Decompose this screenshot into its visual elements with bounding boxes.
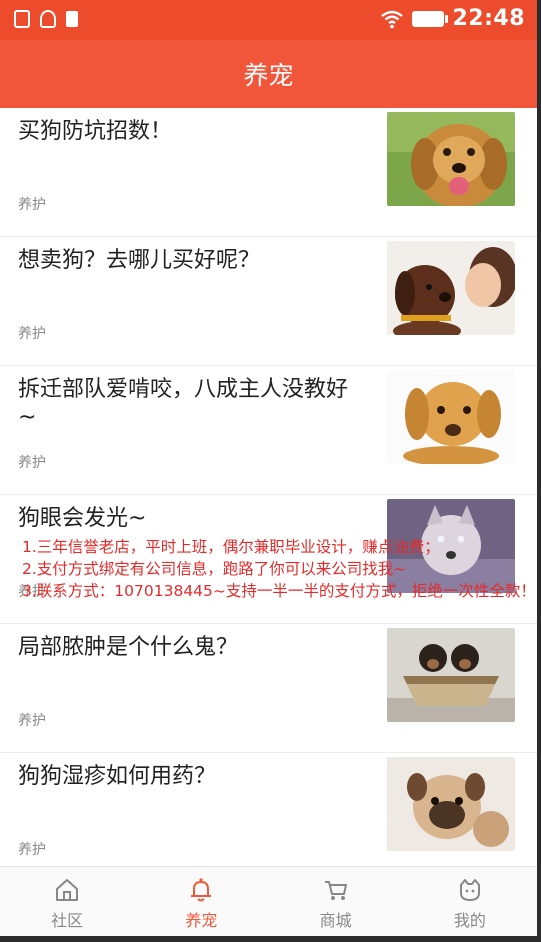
status-left-icons [14,10,78,28]
notice-line: 2.支付方式绑定有公司信息，跑路了你可以来公司找我~ [22,560,407,578]
labrador-puppy-photo [387,370,515,464]
status-time: 22:48 [452,6,525,31]
article-title: 想卖狗？去哪儿买好呢？ [18,248,261,273]
device-bottom-edge [0,936,541,942]
page-title: 养宠 [243,61,294,90]
bottom-nav: 社区 养宠 商城 我的 [0,866,537,936]
tab-label: 社区 [51,911,84,930]
article-title: 狗狗湿疹如何用药？ [18,764,217,789]
article-title: 买狗防坑招数！ [18,119,173,144]
tab-community[interactable]: 社区 [0,867,134,936]
device-edge [537,0,541,942]
cart-icon [324,881,347,900]
tab-pets[interactable]: 养宠 [134,867,268,936]
clipboard-icon [66,11,78,27]
article-tag: 养护 [18,713,46,729]
article-list[interactable]: 买狗防坑招数！ 养护 想卖狗？去哪儿买好呢？ 养护 拆迁部队爱啃咬，八成主人没教… [0,108,537,866]
red-notice-overlay: 1.三年信誉老店，平时上班，偶尔兼职毕业设计，赚点油费； 2.支付方式绑定有公司… [22,536,537,602]
puppy-kiss-photo [387,241,515,335]
article-item[interactable]: 拆迁部队爱啃咬，八成主人没教好~ 养护 [0,366,537,495]
profile-icon [459,879,480,901]
golden-retriever-photo [387,112,515,206]
article-tag: 养护 [18,197,46,213]
battery-icon [412,10,449,27]
article-item[interactable]: 局部脓肿是个什么鬼？ 养护 [0,624,537,753]
tab-shop[interactable]: 商城 [269,867,403,936]
article-item[interactable]: 买狗防坑招数！ 养护 [0,108,537,237]
article-title: 拆迁部队爱啃咬，八成主人没教好~ [18,377,349,430]
nfc-icon [40,10,56,28]
article-tag: 养护 [18,326,46,342]
tab-label: 养宠 [185,911,218,930]
pug-puppy-photo [387,757,515,851]
notice-line: 3.联系方式：1070138445~支持一半一半的支付方式，拒绝一次性全款！ [22,582,536,600]
home-icon [56,879,79,901]
tab-label: 商城 [319,911,352,930]
bell-icon [191,878,212,902]
puppies-in-boat-photo [387,628,515,722]
article-item[interactable]: 狗狗湿疹如何用药？ 养护 [0,753,537,866]
status-right: 22:48 [380,6,525,31]
notice-line: 1.三年信誉老店，平时上班，偶尔兼职毕业设计，赚点油费； [22,538,440,556]
status-bar: 22:48 [0,0,537,40]
app-bar: 养宠 [0,40,537,108]
article-tag: 养护 [18,455,46,471]
article-tag: 养护 [18,842,46,858]
lock-icon [14,10,30,28]
article-title: 狗眼会发光~ [18,506,147,531]
tab-label: 我的 [453,911,486,930]
tab-profile[interactable]: 我的 [403,867,537,936]
wifi-icon [381,10,404,28]
article-item[interactable]: 想卖狗？去哪儿买好呢？ 养护 [0,237,537,366]
article-title: 局部脓肿是个什么鬼？ [18,635,239,660]
